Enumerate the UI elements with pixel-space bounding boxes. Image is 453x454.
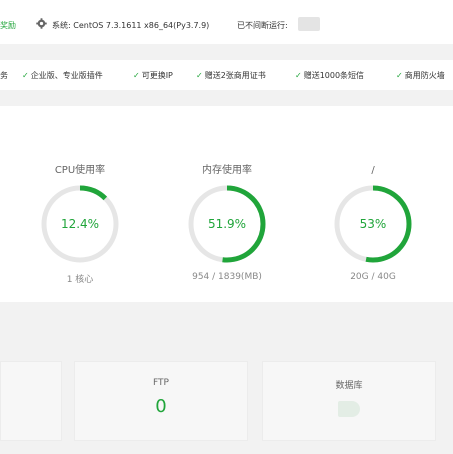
feature-label: 赠送1000条短信 xyxy=(303,71,365,80)
gauge-percent: 51.9% xyxy=(207,217,247,231)
gauge-title: / xyxy=(371,165,375,176)
system-label: 系统: xyxy=(52,21,71,30)
check-icon: ✓ xyxy=(22,71,29,80)
feature-item: ✓ 企业版、专业版插件 xyxy=(22,70,103,81)
check-icon: ✓ xyxy=(196,71,203,80)
check-icon: ✓ xyxy=(396,71,403,80)
system-value: CentOS 7.3.1611 x86_64(Py3.7.9) xyxy=(73,21,210,30)
gauge-detail: 1 核心 xyxy=(66,275,94,285)
card-value[interactable]: 0 xyxy=(75,396,247,417)
feature-item: ✓ 赠送1000条短信 xyxy=(295,70,364,81)
gauge-title: 内存使用率 xyxy=(202,165,252,176)
pro-features-strip: 务 ✓ 企业版、专业版插件 ✓ 可更换IP ✓ 赠送2张商用证书 ✓ 赠送1000条短信… xyxy=(0,60,453,90)
runtime-label: 已不间断运行: xyxy=(237,21,288,30)
feature-label: 可更换IP xyxy=(141,71,173,80)
gauge-percent: 53% xyxy=(359,217,387,231)
gauge-detail: 20G / 40G xyxy=(350,272,396,282)
feature-item: ✓ 商用防火墙 xyxy=(396,70,445,81)
runtime-value-blurred xyxy=(298,17,320,31)
disk-gauge[interactable]: / 53% 20G / 40G xyxy=(323,164,423,282)
ftp-card[interactable]: FTP 0 xyxy=(74,361,248,441)
feature-label: 企业版、专业版插件 xyxy=(30,71,103,80)
gauge-title: CPU使用率 xyxy=(54,165,106,176)
card-label: 数据库 xyxy=(335,381,363,391)
panel-home: 奖励 系统: CentOS 7.3.1611 x86_64(Py3.7.9) 已… xyxy=(0,0,453,454)
gauge-detail: 954 / 1839(MB) xyxy=(192,272,262,282)
overview-card[interactable] xyxy=(0,361,62,441)
system-info-bar: 奖励 系统: CentOS 7.3.1611 x86_64(Py3.7.9) 已… xyxy=(0,0,453,44)
reward-link[interactable]: 奖励 xyxy=(0,20,16,31)
status-panel: CPU使用率 12.4% 1 核心 内存使用率 51.9% 954 / 1839… xyxy=(0,106,453,302)
feature-item: ✓ 赠送2张商用证书 xyxy=(196,70,266,81)
system-info: 系统: CentOS 7.3.1611 x86_64(Py3.7.9) xyxy=(52,20,209,31)
gauge-percent: 12.4% xyxy=(60,217,100,231)
gear-icon xyxy=(36,18,47,29)
gauge-ring: 12.4% xyxy=(38,182,122,266)
cpu-gauge[interactable]: CPU使用率 12.4% 1 核心 xyxy=(30,164,130,285)
database-value-placeholder xyxy=(338,401,360,417)
memory-gauge[interactable]: 内存使用率 51.9% 954 / 1839(MB) xyxy=(177,164,277,282)
feature-item: ✓ 可更换IP xyxy=(133,70,173,81)
database-card[interactable]: 数据库 xyxy=(262,361,436,441)
feature-label: 商用防火墙 xyxy=(404,71,445,80)
check-icon: ✓ xyxy=(295,71,302,80)
card-label: FTP xyxy=(153,378,169,388)
check-icon: ✓ xyxy=(133,71,140,80)
gauge-ring: 53% xyxy=(331,182,415,266)
feature-item: 务 xyxy=(0,70,8,81)
feature-label: 赠送2张商用证书 xyxy=(204,71,266,80)
gauge-ring: 51.9% xyxy=(185,182,269,266)
feature-label: 务 xyxy=(0,71,8,80)
